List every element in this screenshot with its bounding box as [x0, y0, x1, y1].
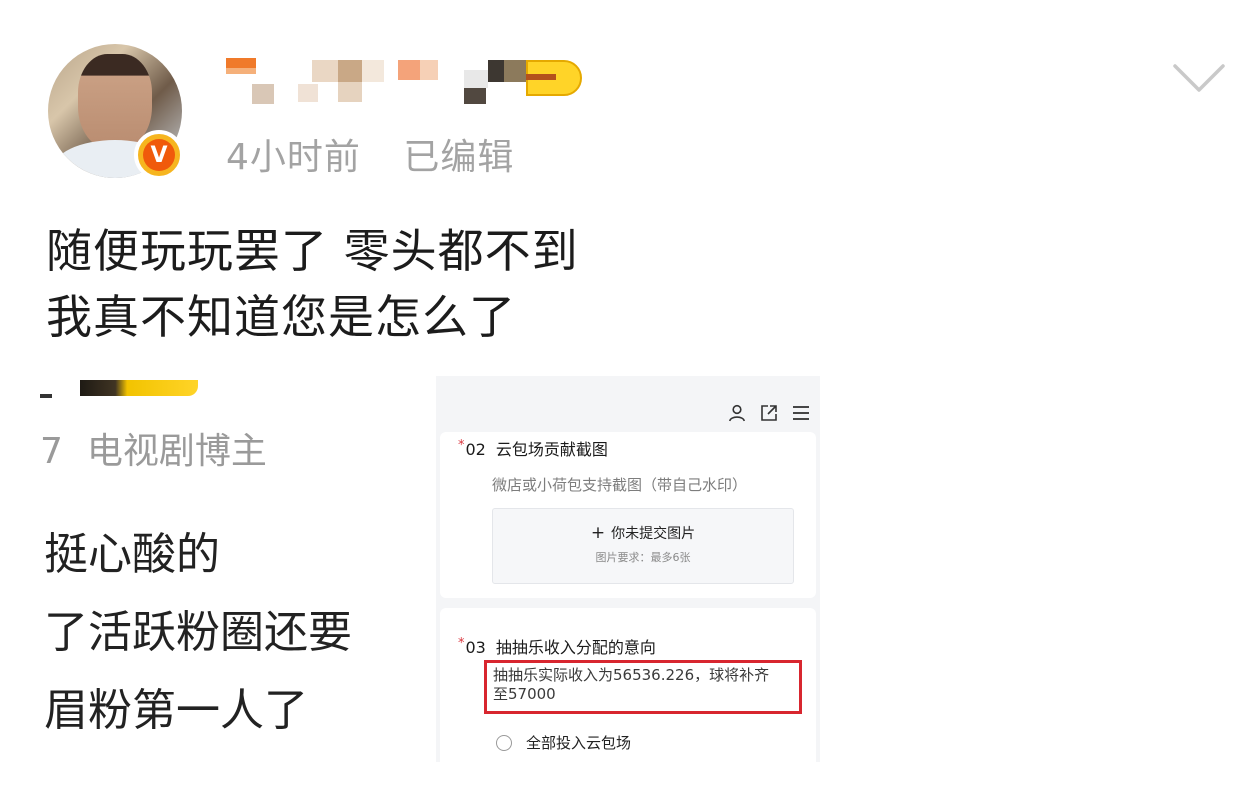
- highlighted-description: 抽抽乐实际收入为56536.226，球将补齐 至57000: [484, 660, 802, 714]
- form-toolbar-icons: [728, 404, 810, 422]
- form-topbar: [436, 376, 820, 434]
- form-screenshot[interactable]: *02 云包场贡献截图 微店或小荷包支持截图（带自己水印） + 你未提交图片 图片要…: [436, 376, 820, 762]
- question-text: 云包场贡献截图: [495, 440, 608, 459]
- mosaic-block: [420, 60, 438, 80]
- mosaic-block: [226, 58, 256, 68]
- post-line: 我真不知道您是怎么了: [46, 290, 516, 344]
- mosaic-block: [298, 84, 318, 102]
- post-meta: 4小时前 已编辑: [226, 128, 514, 180]
- user-icon[interactable]: [728, 404, 746, 422]
- mosaic-block: [338, 82, 362, 102]
- mosaic-block: [312, 60, 338, 82]
- required-star: *: [458, 438, 465, 453]
- question-number: 03: [465, 638, 486, 657]
- upload-label: + 你未提交图片: [493, 523, 793, 543]
- avatar-face: [78, 54, 152, 150]
- question-title: *03 抽抽乐收入分配的意向: [458, 634, 656, 658]
- role-prefix: 7: [40, 431, 63, 472]
- question-text: 抽抽乐收入分配的意向: [495, 638, 656, 657]
- description-line: 抽抽乐实际收入为56536.226，球将补齐: [493, 666, 770, 684]
- chevron-down-icon[interactable]: [1172, 60, 1226, 96]
- post-time: 4小时前: [226, 137, 361, 178]
- question-card-03: *03 抽抽乐收入分配的意向 抽抽乐实际收入为56536.226，球将补齐 至57…: [440, 608, 816, 762]
- mosaic-block: [398, 60, 420, 80]
- question-title: *02 云包场贡献截图: [458, 436, 608, 460]
- description-line: 至57000: [493, 685, 556, 703]
- role-label: 电视剧博主: [86, 431, 267, 472]
- embedded-line: 了活跃粉圈还要: [44, 607, 352, 658]
- upload-label-text: 你未提交图片: [611, 526, 696, 542]
- plus-icon: +: [590, 523, 606, 543]
- mosaic-block: [464, 88, 486, 104]
- verified-badge-icon: V: [134, 130, 184, 180]
- image-upload-area[interactable]: + 你未提交图片 图片要求：最多6张: [492, 508, 794, 584]
- mosaic-block: [226, 68, 256, 74]
- upload-requirement: 图片要求：最多6张: [595, 551, 691, 564]
- option-label: 全部投入云包场: [526, 734, 632, 752]
- question-number: 02: [465, 440, 486, 459]
- mosaic-block: [252, 84, 274, 104]
- share-icon[interactable]: [760, 404, 778, 422]
- mosaic-block: [488, 60, 504, 82]
- post-line: 随便玩玩罢了 零头都不到: [46, 224, 579, 278]
- embedded-line: 挺心酸的: [44, 529, 220, 580]
- menu-icon[interactable]: [792, 404, 810, 422]
- edited-label[interactable]: 已编辑: [403, 137, 514, 178]
- radio-option[interactable]: 全部投入云包场: [496, 732, 631, 753]
- question-card-02: *02 云包场贡献截图 微店或小荷包支持截图（带自己水印） + 你未提交图片 图片要…: [440, 432, 816, 598]
- mosaic-block: [504, 60, 526, 82]
- mosaic-block: [362, 60, 384, 82]
- radio-button[interactable]: [496, 734, 512, 751]
- required-star: *: [458, 636, 465, 651]
- mosaic-block: [338, 60, 362, 82]
- mosaic-block: [464, 70, 488, 88]
- mosaic-block: [526, 74, 556, 80]
- cropped-username-fragment: [40, 384, 52, 398]
- member-level-badge: [80, 380, 198, 396]
- embedded-line: 眉粉第一人了: [44, 685, 308, 736]
- verified-badge-letter: V: [143, 139, 175, 171]
- embedded-role: 7 电视剧博主: [40, 422, 267, 474]
- question-hint: 微店或小荷包支持截图（带自己水印）: [492, 476, 748, 494]
- username-obscured[interactable]: [226, 54, 586, 106]
- post-body: 随便玩玩罢了 零头都不到 我真不知道您是怎么了: [46, 218, 579, 350]
